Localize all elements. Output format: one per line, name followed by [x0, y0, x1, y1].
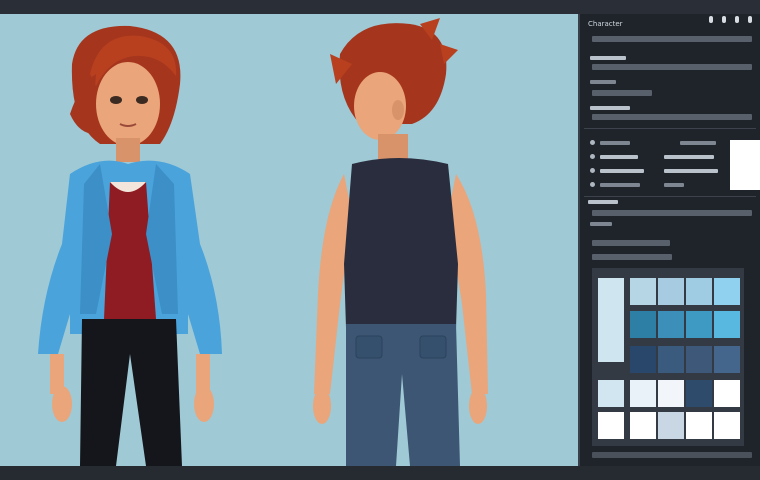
- drawing-canvas[interactable]: [0, 14, 578, 466]
- palette-swatch[interactable]: [686, 412, 712, 439]
- slider-knob-3[interactable]: [590, 168, 595, 173]
- palette-swatch[interactable]: [630, 412, 656, 439]
- palette-swatch[interactable]: [598, 380, 624, 407]
- property-row-3[interactable]: [592, 90, 652, 96]
- pin-icon[interactable]: [709, 16, 713, 23]
- property-label-3: [590, 106, 630, 110]
- settings-icon[interactable]: [722, 16, 726, 23]
- palette-swatch[interactable]: [630, 278, 656, 305]
- palette-swatch[interactable]: [630, 380, 656, 407]
- section-label: [588, 200, 618, 204]
- property-row-2[interactable]: [592, 64, 752, 70]
- slider-knob-1[interactable]: [590, 140, 595, 145]
- palette-swatch[interactable]: [686, 380, 712, 407]
- slider-label-3: [600, 169, 644, 173]
- slider-value-3: [664, 169, 718, 173]
- palette-swatch[interactable]: [714, 380, 740, 407]
- separator: [584, 128, 756, 129]
- top-toolbar: [0, 0, 760, 14]
- property-label-1: [590, 56, 626, 60]
- menu-icon[interactable]: [735, 16, 739, 23]
- palette-swatch[interactable]: [598, 412, 624, 439]
- close-icon[interactable]: [748, 16, 752, 23]
- slider-value-4: [664, 183, 684, 187]
- color-palette: [592, 268, 744, 446]
- palette-swatch[interactable]: [714, 278, 740, 305]
- property-row-6[interactable]: [592, 240, 670, 246]
- palette-swatch[interactable]: [658, 278, 684, 305]
- slider-label-2: [600, 155, 638, 159]
- slider-value-2: [664, 155, 714, 159]
- property-row-7[interactable]: [592, 254, 672, 260]
- panel-title: Сharacter: [588, 20, 623, 28]
- palette-swatch[interactable]: [658, 346, 684, 373]
- palette-swatch[interactable]: [630, 346, 656, 373]
- slider-label-4: [600, 183, 640, 187]
- palette-swatch[interactable]: [658, 412, 684, 439]
- character-artwork: [38, 18, 488, 466]
- character-front-view: [38, 25, 222, 466]
- separator: [584, 196, 756, 197]
- slider-knob-4[interactable]: [590, 182, 595, 187]
- panel-top-icons: [709, 16, 752, 23]
- palette-swatch[interactable]: [714, 311, 740, 338]
- properties-panel: Сharacter: [578, 14, 760, 466]
- slider-value-1: [680, 141, 716, 145]
- palette-swatch[interactable]: [658, 380, 684, 407]
- palette-swatch[interactable]: [714, 412, 740, 439]
- property-label-5: [590, 222, 612, 226]
- palette-swatch[interactable]: [686, 278, 712, 305]
- property-label-2: [590, 80, 616, 84]
- palette-tall-swatch[interactable]: [598, 278, 624, 362]
- color-preview-swatch[interactable]: [730, 140, 760, 190]
- slider-knob-2[interactable]: [590, 154, 595, 159]
- slider-label-1: [600, 141, 630, 145]
- property-row-5[interactable]: [592, 210, 752, 216]
- palette-swatch[interactable]: [658, 311, 684, 338]
- property-row-4[interactable]: [592, 114, 752, 120]
- character-back-view: [313, 18, 488, 466]
- palette-swatch[interactable]: [630, 311, 656, 338]
- palette-swatch[interactable]: [686, 346, 712, 373]
- palette-swatch[interactable]: [686, 311, 712, 338]
- panel-footer-bar[interactable]: [592, 452, 752, 458]
- palette-swatch[interactable]: [714, 346, 740, 373]
- property-row-1[interactable]: [592, 36, 752, 42]
- status-bar: [0, 466, 760, 480]
